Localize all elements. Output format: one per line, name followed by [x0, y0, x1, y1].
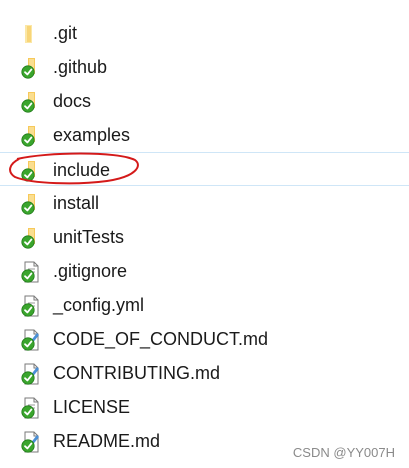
- file-row-config-yml[interactable]: _config.yml: [0, 288, 409, 322]
- synced-markdown-file-icon: [19, 363, 41, 385]
- synced-markdown-file-icon: [19, 431, 41, 453]
- synced-folder-icon: [19, 227, 41, 249]
- synced-markdown-file-icon: [19, 329, 41, 351]
- file-row-license[interactable]: LICENSE: [0, 390, 409, 424]
- file-row-github[interactable]: .github: [0, 50, 409, 84]
- file-row-include[interactable]: include: [0, 152, 409, 186]
- file-row-docs[interactable]: docs: [0, 84, 409, 118]
- file-list: .git .github docs examples include insta…: [0, 16, 409, 458]
- file-row-unittests[interactable]: unitTests: [0, 220, 409, 254]
- watermark: CSDN @YY007H: [292, 445, 395, 460]
- synced-folder-icon: [19, 125, 41, 147]
- synced-file-icon: [19, 295, 41, 317]
- file-name: docs: [53, 91, 92, 111]
- synced-folder-icon: [19, 91, 41, 113]
- file-name: .gitignore: [53, 261, 128, 281]
- synced-folder-icon: [19, 57, 41, 79]
- file-row-gitignore[interactable]: .gitignore: [0, 254, 409, 288]
- synced-folder-icon: [19, 193, 41, 215]
- file-row-code-of-conduct-md[interactable]: CODE_OF_CONDUCT.md: [0, 322, 409, 356]
- file-name: install: [53, 193, 100, 213]
- file-name: unitTests: [53, 227, 125, 247]
- file-row-examples[interactable]: examples: [0, 118, 409, 152]
- file-name: examples: [53, 125, 131, 145]
- file-name: .github: [53, 57, 108, 77]
- file-row-contributing-md[interactable]: CONTRIBUTING.md: [0, 356, 409, 390]
- synced-file-icon: [19, 261, 41, 283]
- file-name: LICENSE: [53, 397, 131, 417]
- file-name: .git: [53, 23, 78, 43]
- file-name: README.md: [53, 431, 161, 451]
- file-name: CODE_OF_CONDUCT.md: [53, 329, 269, 349]
- folder-icon: [19, 23, 41, 45]
- synced-folder-icon: [19, 160, 41, 182]
- file-name: include: [53, 160, 111, 180]
- file-row-install[interactable]: install: [0, 186, 409, 220]
- file-name: _config.yml: [53, 295, 145, 315]
- file-row-git[interactable]: .git: [0, 16, 409, 50]
- file-name: CONTRIBUTING.md: [53, 363, 221, 383]
- synced-file-icon: [19, 397, 41, 419]
